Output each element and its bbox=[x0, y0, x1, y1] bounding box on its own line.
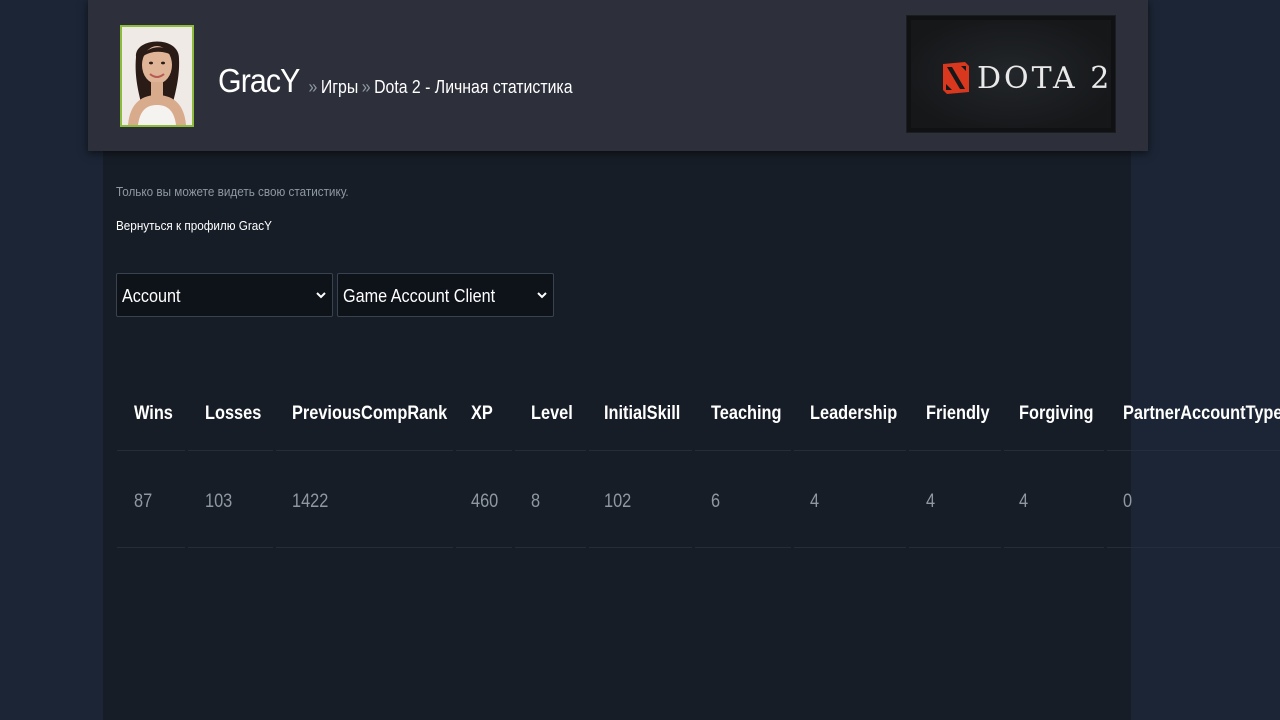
breadcrumb-separator: » bbox=[361, 77, 371, 97]
column-separator bbox=[273, 445, 276, 555]
table-header-cell: XP bbox=[471, 403, 493, 424]
table-cell: 6 bbox=[711, 491, 721, 512]
stats-page: GracY » Игры» Dota 2 - Личная статистика D… bbox=[0, 0, 1280, 720]
dota-emblem-icon bbox=[943, 62, 969, 94]
persona-name[interactable]: GracY bbox=[218, 62, 300, 100]
breadcrumb-item-games[interactable]: Игры bbox=[321, 77, 358, 97]
breadcrumb-separator: » bbox=[308, 77, 318, 97]
table-header-cell: Forgiving bbox=[1019, 403, 1094, 424]
table-header-cell: InitialSkill bbox=[604, 403, 681, 424]
table-cell: 103 bbox=[205, 491, 233, 512]
game-logo-text: DOTA 2 bbox=[977, 61, 1113, 96]
back-to-profile-link[interactable]: Вернуться к профилю GracY bbox=[116, 218, 272, 233]
table-header-cell: Level bbox=[531, 403, 573, 424]
table-cell: 4 bbox=[810, 491, 820, 512]
column-separator bbox=[586, 445, 589, 555]
column-separator bbox=[1001, 445, 1004, 555]
table-header-cell: Losses bbox=[205, 403, 262, 424]
table-cell: 4 bbox=[926, 491, 936, 512]
column-separator bbox=[185, 445, 188, 555]
table-header-cell: Teaching bbox=[711, 403, 782, 424]
subcategory-select[interactable]: Game Account Client bbox=[337, 273, 554, 317]
table-cell: 0 bbox=[1123, 491, 1133, 512]
table-cell: 87 bbox=[134, 491, 153, 512]
column-separator bbox=[906, 445, 909, 555]
breadcrumb-item-dota-stats: Dota 2 - Личная статистика bbox=[374, 77, 573, 97]
column-separator bbox=[1104, 445, 1107, 555]
table-header-cell: Leadership bbox=[810, 403, 898, 424]
private-stats-notice: Только вы можете видеть свою статистику. bbox=[116, 184, 349, 199]
table-cell: 102 bbox=[604, 491, 632, 512]
table-cell: 4 bbox=[1019, 491, 1029, 512]
category-select[interactable]: Account bbox=[116, 273, 333, 317]
column-separator bbox=[791, 445, 794, 555]
avatar-photo-icon bbox=[122, 27, 192, 125]
chevron-down-icon bbox=[537, 292, 547, 299]
table-header-cell: PreviousCompRank bbox=[292, 403, 448, 424]
table-cell: 8 bbox=[531, 491, 541, 512]
subcategory-select-value: Game Account Client bbox=[343, 286, 496, 306]
table-cell: 460 bbox=[471, 491, 499, 512]
column-separator bbox=[453, 445, 456, 555]
table-header-cell: Wins bbox=[134, 403, 173, 424]
avatar[interactable] bbox=[120, 25, 194, 127]
column-separator bbox=[692, 445, 695, 555]
column-separator bbox=[512, 445, 515, 555]
game-logo[interactable]: DOTA 2 bbox=[907, 16, 1115, 132]
table-header-cell: PartnerAccountType bbox=[1123, 403, 1280, 424]
game-logo-background: DOTA 2 bbox=[911, 20, 1111, 128]
chevron-down-icon bbox=[316, 292, 326, 299]
category-select-value: Account bbox=[122, 286, 181, 306]
table-cell: 1422 bbox=[292, 491, 329, 512]
table-header-cell: Friendly bbox=[926, 403, 990, 424]
breadcrumb: » Игры» Dota 2 - Личная статистика bbox=[305, 77, 573, 98]
